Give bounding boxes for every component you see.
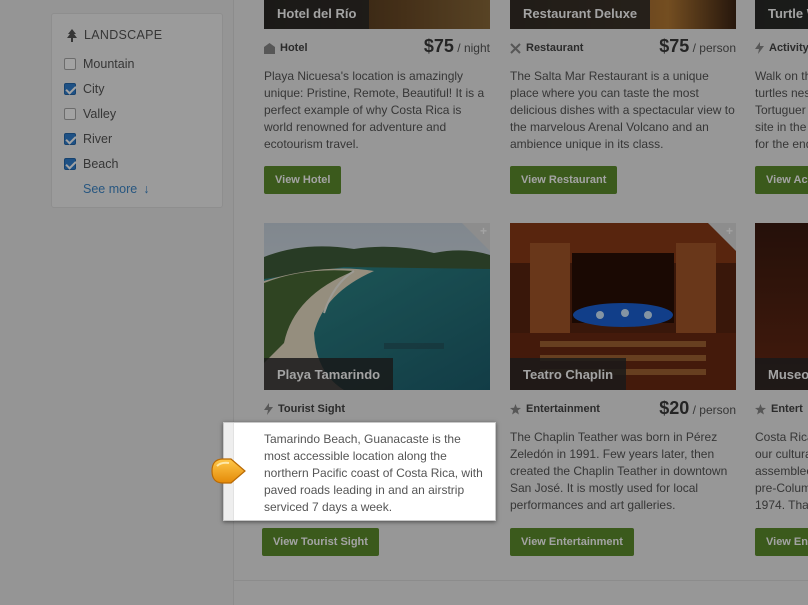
- view-tourist-sight-button[interactable]: View Tourist Sight: [262, 528, 379, 556]
- price-restaurant: $75 / person: [659, 36, 736, 57]
- desc-line: for the end: [755, 137, 808, 151]
- filter-mountain[interactable]: Mountain: [64, 57, 134, 71]
- filter-label: Beach: [83, 157, 119, 171]
- filter-title-label: LANDSCAPE: [84, 28, 163, 42]
- view-hotel-button[interactable]: View Hotel: [264, 166, 342, 194]
- desc-line: pre-Colum: [755, 481, 808, 495]
- view-entertainment-button[interactable]: View Entertainment: [510, 528, 634, 556]
- view-activity-button[interactable]: View Ac: [755, 166, 808, 194]
- desc-line: turtles nes: [755, 86, 808, 100]
- photo-title: Restaurant Deluxe: [510, 0, 651, 29]
- building-icon: [264, 42, 275, 54]
- category-label: Tourist Sight: [278, 403, 346, 415]
- category-label: Restaurant: [526, 42, 584, 54]
- city-checkbox[interactable]: [64, 83, 76, 95]
- filter-city[interactable]: City: [64, 82, 105, 96]
- category-label: Entertainment: [526, 403, 600, 415]
- view-restaurant-button[interactable]: View Restaurant: [510, 166, 618, 194]
- desc-line: Costa Rica: [755, 430, 808, 444]
- photo-title: Teatro Chaplin: [510, 358, 627, 390]
- description-activity: Walk on th turtles nes Tortuguer site in…: [755, 68, 808, 153]
- filter-title: LANDSCAPE: [67, 28, 162, 42]
- photo-title: Hotel del Río: [264, 0, 370, 29]
- price-value: $75: [423, 36, 454, 56]
- photo-title: Turtle W: [755, 0, 808, 29]
- description-tamarindo: Tamarindo Beach, Guanacaste is the most …: [264, 432, 483, 514]
- mountain-checkbox[interactable]: [64, 58, 76, 70]
- category-entertainment: Entertainment: [510, 403, 600, 415]
- star-icon: [755, 403, 766, 415]
- landscape-filter-panel: LANDSCAPE Mountain City Valley River Bea…: [51, 13, 223, 208]
- desc-line: 1974. Tha: [755, 498, 808, 512]
- description-restaurant: The Salta Mar Restaurant is a unique pla…: [510, 69, 735, 151]
- category-tourist-sight: Tourist Sight: [264, 403, 345, 415]
- utensils-icon: [510, 42, 521, 54]
- restaurant-photo[interactable]: Restaurant Deluxe: [510, 0, 736, 29]
- tamarindo-photo[interactable]: + Playa Tamarindo: [264, 223, 490, 390]
- see-more-link[interactable]: See more ↓: [83, 182, 149, 196]
- hotel-photo[interactable]: Hotel del Río: [264, 0, 490, 29]
- desc-line: Tortuguer: [755, 103, 806, 117]
- description-museo: Costa Rica our cultura assemblec pre-Col…: [755, 429, 808, 514]
- star-icon: [510, 403, 521, 415]
- category-label: Entert: [771, 403, 803, 415]
- filter-label: Mountain: [83, 57, 135, 71]
- tree-icon: [67, 28, 77, 42]
- category-label: Hotel: [280, 42, 308, 54]
- card-restaurant: Restaurant Deluxe Restaurant $75 / perso…: [510, 0, 736, 200]
- category-label: Activity: [769, 42, 808, 54]
- photo-title: Museo: [755, 358, 808, 390]
- filter-label: River: [83, 132, 113, 146]
- description-hotel: Playa Nicuesa's location is amazingly un…: [264, 69, 485, 151]
- price-value: $20: [659, 398, 690, 418]
- sidebar: LANDSCAPE Mountain City Valley River Bea…: [0, 0, 234, 605]
- pointer-icon: [211, 458, 246, 484]
- desc-line: Walk on th: [755, 69, 808, 83]
- description-teatro: The Chaplin Teather was born in Pérez Ze…: [510, 430, 728, 512]
- desc-line: site in the: [755, 120, 807, 134]
- price-hotel: $75 / night: [424, 36, 490, 57]
- activity-photo[interactable]: Turtle W: [755, 0, 808, 29]
- arrow-down-icon: ↓: [143, 182, 150, 196]
- filter-beach[interactable]: Beach: [64, 157, 118, 171]
- card-teatro: + Teatro Chaplin Entertainment $20 / per…: [510, 223, 736, 558]
- plus-icon[interactable]: +: [480, 224, 487, 238]
- card-activity: Turtle W Activity Walk on th turtles nes…: [755, 0, 808, 200]
- highlight-callout: Tamarindo Beach, Guanacaste is the most …: [223, 422, 496, 521]
- bottom-divider: [234, 580, 808, 581]
- museo-photo[interactable]: Museo: [755, 223, 808, 390]
- price-unit: / person: [692, 403, 736, 417]
- filter-label: Valley: [83, 107, 117, 121]
- plus-icon[interactable]: +: [726, 224, 733, 238]
- desc-line: our cultura: [755, 447, 808, 461]
- price-value: $75: [659, 36, 690, 56]
- bolt-icon: [755, 42, 764, 54]
- desc-line: assemblec: [755, 464, 808, 478]
- valley-checkbox[interactable]: [64, 108, 76, 120]
- filter-valley[interactable]: Valley: [64, 107, 116, 121]
- bolt-icon: [264, 403, 273, 415]
- price-teatro: $20 / person: [659, 398, 736, 419]
- card-museo: Museo Entert Costa Rica our cultura asse…: [755, 223, 808, 558]
- beach-checkbox[interactable]: [64, 158, 76, 170]
- price-unit: / night: [457, 41, 490, 55]
- category-restaurant: Restaurant: [510, 42, 583, 54]
- filter-river[interactable]: River: [64, 132, 112, 146]
- category-activity: Activity: [755, 42, 808, 54]
- see-more-label: See more: [83, 182, 138, 196]
- view-museo-button[interactable]: View En: [755, 528, 808, 556]
- filter-label: City: [83, 82, 105, 96]
- category-museo: Entert: [755, 403, 803, 415]
- price-unit: / person: [692, 41, 736, 55]
- photo-title: Playa Tamarindo: [264, 358, 394, 390]
- category-hotel: Hotel: [264, 42, 308, 54]
- card-hotel: Hotel del Río Hotel $75 / night Playa Ni…: [264, 0, 490, 200]
- teatro-photo[interactable]: + Teatro Chaplin: [510, 223, 736, 390]
- river-checkbox[interactable]: [64, 133, 76, 145]
